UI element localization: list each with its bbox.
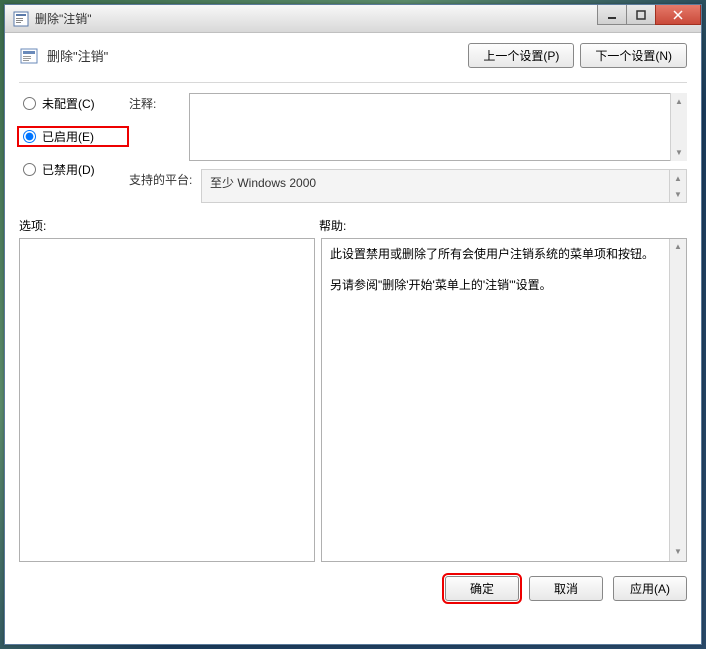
radio-enabled-label: 已启用(E): [42, 128, 94, 145]
header-row: 删除"注销" 上一个设置(P) 下一个设置(N): [19, 43, 687, 68]
ok-button[interactable]: 确定: [445, 576, 519, 601]
close-button[interactable]: [655, 5, 701, 25]
policy-title: 删除"注销": [47, 46, 468, 65]
window-title: 删除"注销": [35, 10, 92, 27]
comment-textarea[interactable]: [189, 93, 687, 161]
options-label: 选项:: [19, 217, 319, 234]
platform-box: 至少 Windows 2000 ▲ ▼: [201, 169, 687, 203]
scroll-down-icon[interactable]: ▼: [670, 544, 686, 561]
apply-button[interactable]: 应用(A): [613, 576, 687, 601]
help-text-line1: 此设置禁用或删除了所有会使用户注销系统的菜单项和按钮。: [330, 245, 666, 264]
prev-setting-button[interactable]: 上一个设置(P): [468, 43, 574, 68]
radio-disabled[interactable]: 已禁用(D): [19, 159, 129, 180]
minimize-button[interactable]: [597, 5, 627, 25]
help-label: 帮助:: [319, 217, 687, 234]
comment-label: 注释:: [129, 93, 189, 161]
maximize-button[interactable]: [626, 5, 656, 25]
options-panel: [19, 238, 315, 562]
platform-text: 至少 Windows 2000: [210, 176, 316, 190]
dialog-window: 删除"注销" 删除"注销": [4, 4, 702, 645]
help-panel: 此设置禁用或删除了所有会使用户注销系统的菜单项和按钮。 另请参阅"删除'开始'菜…: [321, 238, 687, 562]
platform-label: 支持的平台:: [129, 169, 201, 203]
radio-group: 未配置(C) 已启用(E) 已禁用(D): [19, 93, 129, 203]
radio-enabled[interactable]: 已启用(E): [17, 126, 129, 147]
config-row: 未配置(C) 已启用(E) 已禁用(D) 注释: ▲: [19, 93, 687, 203]
titlebar[interactable]: 删除"注销": [5, 5, 701, 33]
platform-scrollbar[interactable]: ▲ ▼: [669, 170, 686, 202]
comment-scrollbar[interactable]: ▲ ▼: [670, 93, 687, 161]
footer-buttons: 确定 取消 应用(A): [19, 576, 687, 601]
separator: [19, 82, 687, 83]
radio-not-configured-input[interactable]: [23, 97, 36, 110]
radio-disabled-input[interactable]: [23, 163, 36, 176]
window-controls: [598, 5, 701, 25]
policy-icon: [19, 46, 39, 66]
cancel-button[interactable]: 取消: [529, 576, 603, 601]
scroll-down-icon[interactable]: ▼: [670, 186, 686, 202]
radio-not-configured[interactable]: 未配置(C): [19, 93, 129, 114]
scroll-down-icon[interactable]: ▼: [671, 144, 687, 161]
scroll-up-icon[interactable]: ▲: [671, 93, 687, 110]
app-icon: [13, 11, 29, 27]
dialog-content: 删除"注销" 上一个设置(P) 下一个设置(N) 未配置(C) 已启用(E): [5, 33, 701, 611]
scroll-up-icon[interactable]: ▲: [670, 170, 686, 186]
help-text-line2: 另请参阅"删除'开始'菜单上的'注销'"设置。: [330, 276, 666, 295]
help-scrollbar[interactable]: ▲ ▼: [669, 239, 686, 561]
radio-enabled-input[interactable]: [23, 130, 36, 143]
radio-disabled-label: 已禁用(D): [42, 161, 95, 178]
next-setting-button[interactable]: 下一个设置(N): [580, 43, 687, 68]
radio-not-configured-label: 未配置(C): [42, 95, 95, 112]
scroll-up-icon[interactable]: ▲: [670, 239, 686, 256]
